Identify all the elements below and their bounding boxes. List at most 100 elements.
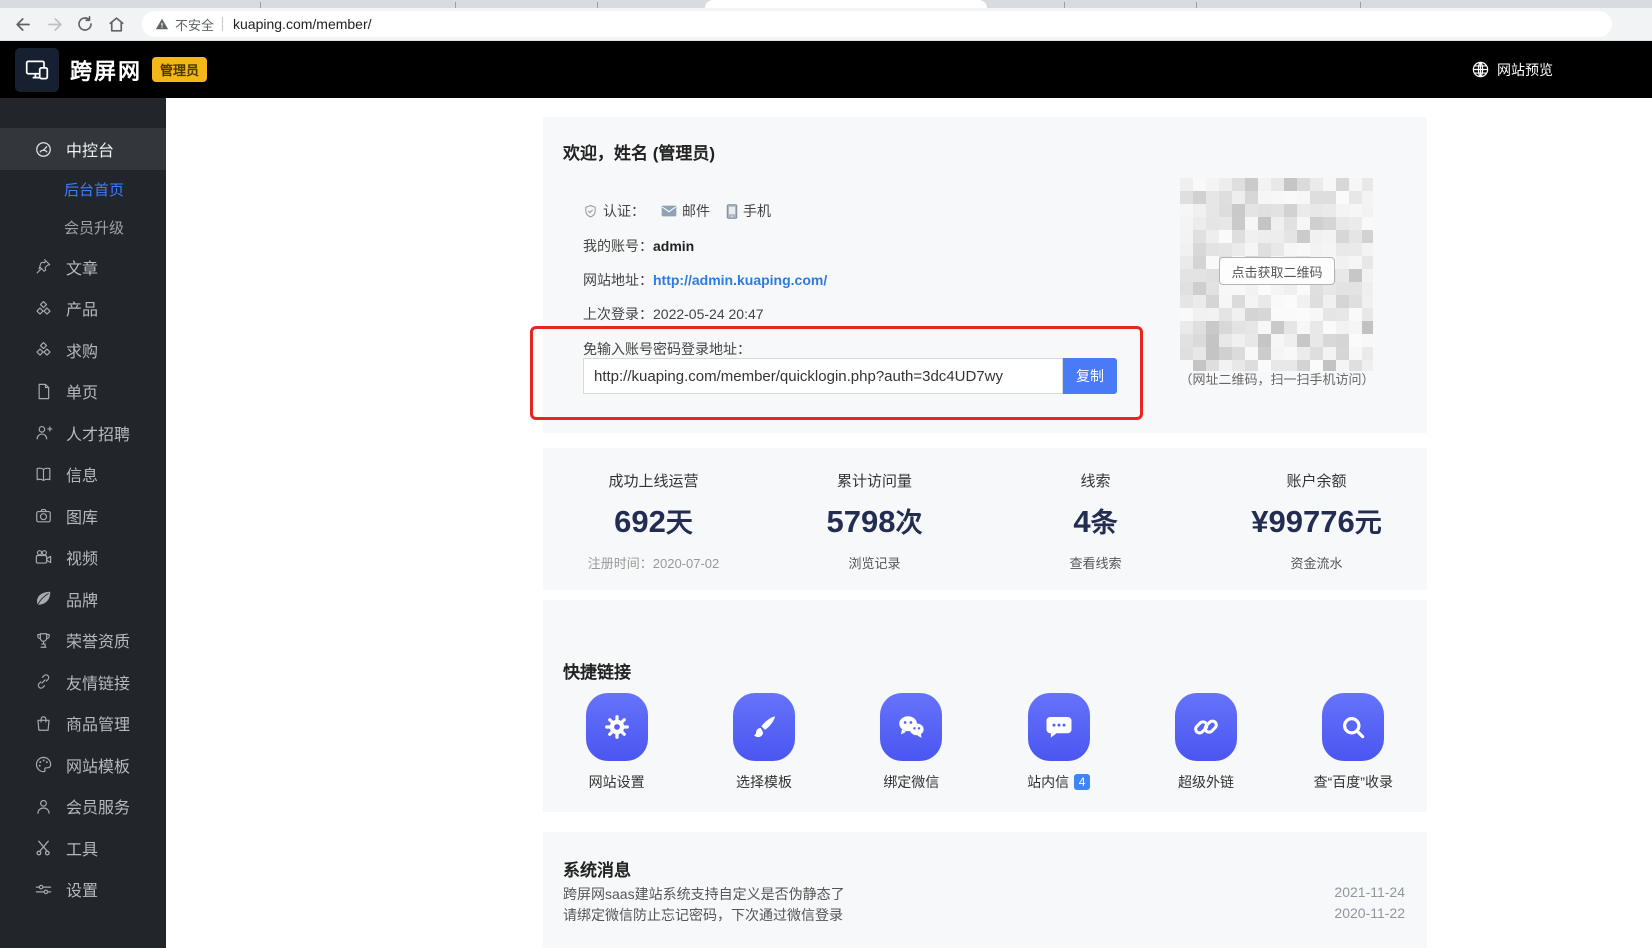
stats-panel: 成功上线运营 692天 注册时间：2020-07-02 累计访问量 5798次 …	[543, 448, 1427, 590]
url-bar[interactable]: 不安全 kuaping.com/member/	[142, 11, 1612, 37]
app-header: 跨屏网 管理员 网站预览	[0, 41, 1652, 98]
message-text[interactable]: 请绑定微信防止忘记密码，下次通过微信登录	[563, 905, 843, 925]
quick-links-title: 快捷链接	[563, 658, 631, 683]
choose-template-button[interactable]	[733, 693, 795, 761]
sidebar-item-tools[interactable]: 工具	[0, 827, 166, 869]
stat-sub-link[interactable]: 查看线索	[985, 553, 1206, 572]
stat-sub-link[interactable]: 资金流水	[1206, 553, 1427, 572]
baidu-index-button[interactable]	[1322, 693, 1384, 761]
bind-wechat-button[interactable]	[880, 693, 942, 761]
sidebar-item-friend-links[interactable]: 友情链接	[0, 661, 166, 703]
globe-icon	[1471, 60, 1490, 79]
sidebar-item-dashboard[interactable]: 中控台	[0, 128, 166, 170]
site-preview-link[interactable]: 网站预览	[1471, 60, 1553, 80]
site-url-link[interactable]: http://admin.kuaping.com/	[653, 272, 827, 288]
sidebar-item-honors[interactable]: 荣誉资质	[0, 620, 166, 662]
sidebar-item-settings[interactable]: 设置	[0, 869, 166, 911]
auth-phone[interactable]: 手机	[726, 201, 771, 221]
site-mail-label[interactable]: 站内信 4	[985, 772, 1132, 792]
message-row: 请绑定微信防止忘记密码，下次通过微信登录 2020-11-22	[563, 905, 1405, 925]
stat-title: 累计访问量	[764, 470, 985, 491]
message-date: 2020-11-22	[1334, 905, 1405, 925]
active-tab[interactable]	[705, 0, 987, 8]
stat-value: ¥99776元	[1206, 501, 1427, 540]
stat-title: 成功上线运营	[543, 470, 764, 491]
stat-title: 账户余额	[1206, 470, 1427, 491]
account-row: 我的账号： admin	[583, 236, 694, 256]
person-plus-icon	[33, 423, 53, 443]
cubes-icon	[33, 298, 53, 318]
baidu-index-label[interactable]: 查“百度”收录	[1280, 772, 1427, 792]
sidebar-item-purchasing[interactable]: 求购	[0, 329, 166, 371]
sidebar-item-goods[interactable]: 商品管理	[0, 703, 166, 745]
sidebar-item-single-page[interactable]: 单页	[0, 371, 166, 413]
shield-icon	[583, 204, 598, 219]
site-preview-label: 网站预览	[1497, 60, 1553, 80]
copy-button[interactable]: 复制	[1063, 358, 1117, 394]
email-icon	[661, 204, 677, 218]
sidebar-item-videos[interactable]: 视频	[0, 537, 166, 579]
stat-total-visits: 累计访问量 5798次 浏览记录	[764, 448, 985, 590]
sidebar-item-gallery[interactable]: 图库	[0, 495, 166, 537]
security-label: 不安全	[175, 15, 214, 34]
sidebar-item-label: 商品管理	[66, 711, 130, 735]
sidebar-item-label: 信息	[66, 462, 98, 486]
site-settings-button[interactable]	[586, 693, 648, 761]
url-text[interactable]: kuaping.com/member/	[233, 16, 372, 32]
site-mail-button[interactable]	[1028, 693, 1090, 761]
chain-icon	[1191, 712, 1221, 742]
main-content: 欢迎，姓名 (管理员) 认证： 邮件 手机 我的账号： admin	[166, 98, 1652, 948]
shopping-bag-icon	[33, 713, 53, 733]
stat-sub-link[interactable]: 浏览记录	[764, 553, 985, 572]
site-label: 网站地址：	[583, 270, 653, 290]
auth-email[interactable]: 邮件	[661, 201, 710, 221]
gear-icon	[602, 712, 632, 742]
book-icon	[33, 464, 53, 484]
video-camera-icon	[33, 547, 53, 567]
palette-icon	[33, 755, 53, 775]
tools-icon	[33, 838, 53, 858]
sidebar-item-recruiting[interactable]: 人才招聘	[0, 412, 166, 454]
quick-login-row: 复制	[583, 358, 1117, 394]
tab-separator	[1064, 2, 1065, 8]
tab-separator	[455, 2, 456, 8]
super-links-label[interactable]: 超级外链	[1132, 772, 1279, 792]
home-icon[interactable]	[103, 11, 129, 37]
message-text[interactable]: 跨屏网saas建站系统支持自定义是否伪静态了	[563, 884, 845, 904]
sidebar-item-label: 产品	[66, 296, 98, 320]
forward-icon[interactable]	[41, 11, 67, 37]
quick-login-url-input[interactable]	[583, 358, 1063, 394]
stat-title: 线索	[985, 470, 1206, 491]
tab-separator	[260, 2, 261, 8]
quick-links-icons	[543, 693, 1427, 761]
get-qr-button[interactable]: 点击获取二维码	[1219, 257, 1335, 285]
sidebar-item-templates[interactable]: 网站模板	[0, 744, 166, 786]
sidebar-item-products[interactable]: 产品	[0, 288, 166, 330]
auth-row: 认证： 邮件 手机	[583, 201, 771, 221]
choose-template-label[interactable]: 选择模板	[690, 772, 837, 792]
search-icon	[1338, 712, 1368, 742]
sidebar-item-label: 网站模板	[66, 753, 130, 777]
sidebar-item-label: 荣誉资质	[66, 628, 130, 652]
reload-icon[interactable]	[72, 11, 98, 37]
sidebar-item-label: 会员服务	[66, 794, 130, 818]
auth-label: 认证：	[603, 201, 645, 221]
paintbrush-icon	[749, 712, 779, 742]
super-links-button[interactable]	[1175, 693, 1237, 761]
app-logo[interactable]	[15, 48, 59, 92]
sidebar-subitem-member-upgrade[interactable]: 会员升级	[0, 208, 166, 246]
sidebar-item-brand[interactable]: 品牌	[0, 578, 166, 620]
sidebar-item-info[interactable]: 信息	[0, 454, 166, 496]
sidebar-item-articles[interactable]: 文章	[0, 246, 166, 288]
auth-email-label: 邮件	[682, 201, 710, 221]
site-settings-label[interactable]: 网站设置	[543, 772, 690, 792]
brand-name: 跨屏网	[70, 54, 142, 86]
sidebar-item-label: 品牌	[66, 587, 98, 611]
bind-wechat-label[interactable]: 绑定微信	[838, 772, 985, 792]
screens-logo-icon	[24, 57, 50, 83]
sidebar-subitem-backend-home[interactable]: 后台首页	[0, 170, 166, 208]
stat-value: 692天	[543, 501, 764, 540]
sidebar-item-label: 视频	[66, 545, 98, 569]
sidebar-item-member-services[interactable]: 会员服务	[0, 786, 166, 828]
back-icon[interactable]	[10, 11, 36, 37]
